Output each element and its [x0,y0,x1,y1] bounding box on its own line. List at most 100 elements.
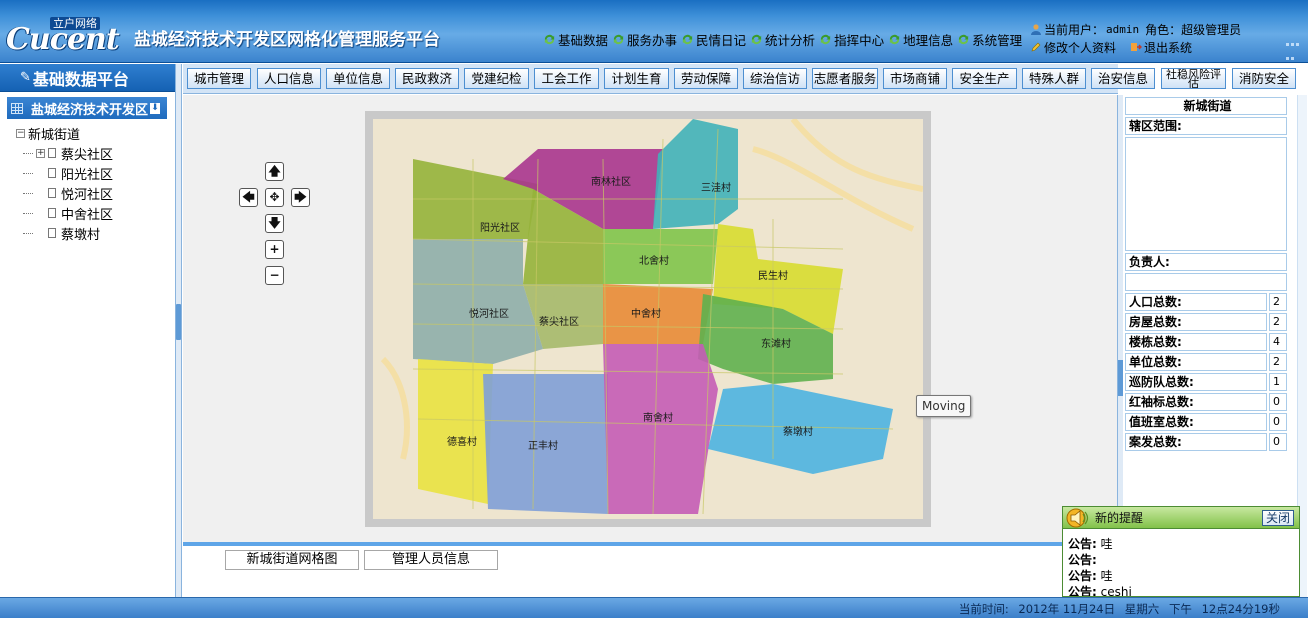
top-nav-command[interactable]: 指挥中心 [819,31,884,48]
top-nav-label: 系统管理 [972,32,1023,48]
arrow-down-icon[interactable]: ⬇ [150,102,161,114]
refresh-icon [889,34,900,44]
speaker-icon [1066,508,1089,527]
tab-safety[interactable]: 安全生产 [952,68,1017,89]
map-label: 南舍村 [643,411,673,424]
map-label: 悦河社区 [469,307,509,320]
zone-label: 盐城经济技术开发区 [31,102,149,118]
tab-union[interactable]: 工会工作 [534,68,599,89]
tree-node-label: 蔡墩村 [61,227,101,243]
tab-fire-safety[interactable]: 消防安全 [1232,68,1296,89]
zoom-in-button[interactable]: + [265,240,284,259]
leader-value [1125,273,1287,291]
map-label: 北舍村 [639,254,669,267]
notice-item[interactable]: 公告: [1068,552,1299,568]
tab-market[interactable]: 市场商铺 [883,68,947,89]
map-label: 民生村 [758,269,788,282]
map-tooltip: Moving [916,395,972,417]
tree-node[interactable]: 悦河社区 [16,183,175,203]
notification-header: 新的提醒 关闭 [1063,507,1299,529]
stat-value: 0 [1269,393,1287,411]
tab-party-discipline[interactable]: 党建纪检 [464,68,529,89]
pan-center-button[interactable]: ✥ [265,188,284,207]
tab-risk-assessment[interactable]: 社稳风险评估 [1161,68,1226,89]
pan-left-button[interactable]: 🡄 [239,188,258,207]
top-nav: 基础数据 服务办事 民情日记 统计分析 指挥中心 地理信息 系统管理 [543,31,1026,48]
tab-family-planning[interactable]: 计划生育 [604,68,669,89]
top-nav-basic-data[interactable]: 基础数据 [543,31,609,48]
module-tabs: 城市管理 人口信息 单位信息 民政救济 党建纪检 工会工作 计划生育 劳动保障 … [183,64,1118,94]
logout-link[interactable]: 退出系统 [1144,39,1192,56]
stat-label: 单位总数: [1125,353,1267,371]
top-nav-geo[interactable]: 地理信息 [888,31,953,48]
tab-petition[interactable]: 综治信访 [743,68,807,89]
notification-popup: 新的提醒 关闭 公告: 哇 公告: 公告: 哇 公告: ceshi [1062,506,1300,597]
expand-icon[interactable]: + [36,148,45,158]
document-icon [48,188,56,198]
top-nav-diary[interactable]: 民情日记 [681,31,747,48]
tab-civil-relief[interactable]: 民政救济 [395,68,459,89]
stat-label: 红袖标总数: [1125,393,1267,411]
tab-special-groups[interactable]: 特殊人群 [1022,68,1086,89]
map-label: 三洼村 [701,181,731,194]
tab-volunteer[interactable]: 志愿者服务 [812,68,878,89]
current-time: 当前时间: 2012年 11月24日 星期六 下午 12点24分19秒 [958,602,1280,616]
tab-organization[interactable]: 单位信息 [326,68,390,89]
tab-labor[interactable]: 劳动保障 [674,68,738,89]
top-nav-label: 民情日记 [696,32,747,48]
tree-node[interactable]: + 蔡尖社区 [16,143,175,163]
tab-population[interactable]: 人口信息 [257,68,321,89]
tree-node-label: 悦河社区 [61,187,114,203]
close-button[interactable]: 关闭 [1261,510,1294,526]
stat-value: 4 [1269,333,1287,351]
tree-node-label: 蔡尖社区 [61,147,114,163]
collapse-icon[interactable]: − [16,128,25,138]
pan-down-button[interactable]: 🡇 [265,214,284,233]
stat-label: 巡防队总数: [1125,373,1267,391]
map-label: 蔡尖社区 [539,315,579,328]
edit-profile-link[interactable]: 修改个人资料 [1044,39,1116,56]
zone-selector[interactable]: 盐城经济技术开发区 ⬇ [7,97,167,119]
document-icon [48,148,56,158]
notice-item[interactable]: 公告: 哇 [1068,536,1299,552]
map-label: 东滩村 [761,337,791,350]
refresh-icon [751,34,762,44]
pan-up-button[interactable]: 🡅 [265,162,284,181]
top-nav-label: 统计分析 [765,32,816,48]
map-label: 南林社区 [591,175,631,188]
document-icon [48,208,56,218]
tab-public-security-full[interactable]: 治安信息 [1091,68,1155,89]
tab-manager-info[interactable]: 管理人员信息 [364,550,498,570]
tree-node[interactable]: 中舍社区 [16,203,175,223]
top-nav-service[interactable]: 服务办事 [612,31,677,48]
sidebar-title: ✎ 基础数据平台 [0,64,175,92]
stat-label: 房屋总数: [1125,313,1267,331]
app-window: 立户网络 Cucent 盐城经济技术开发区网格化管理服务平台 基础数据 服务办事… [0,0,1308,618]
map-region-dexi[interactable] [418,359,493,504]
area-value [1125,137,1287,251]
grid-map[interactable]: 南林社区 三洼村 阳光社区 北舍村 民生村 悦河社区 蔡尖社区 中舍村 东滩村 … [373,119,923,519]
tree-node[interactable]: 蔡墩村 [16,223,175,243]
zoom-out-button[interactable]: − [265,266,284,285]
tree-root[interactable]: − 新城街道 [16,123,175,143]
pan-right-button[interactable]: 🡆 [291,188,310,207]
notice-item[interactable]: 公告: 哇 [1068,568,1299,584]
left-splitter[interactable] [176,64,182,597]
status-weekday: 星期六 [1124,602,1160,616]
map-frame: 南林社区 三洼村 阳光社区 北舍村 民生村 悦河社区 蔡尖社区 中舍村 东滩村 … [365,111,931,527]
tab-city-management[interactable]: 城市管理 [187,68,251,89]
logo: 立户网络 Cucent [4,17,132,57]
area-label: 辖区范围: [1125,117,1287,135]
map-region-nanshe[interactable] [603,344,718,514]
top-nav-statistics[interactable]: 统计分析 [750,31,816,48]
top-nav-label: 基础数据 [558,32,609,48]
splitter-handle[interactable] [176,304,181,340]
notice-item[interactable]: 公告: ceshi [1068,584,1299,596]
bottom-panel: 新城街道网格图 管理人员信息 [183,546,1117,597]
leader-label: 负责人: [1125,253,1287,271]
tree-node[interactable]: 阳光社区 [16,163,175,183]
map-panel: 🡅 🡄 ✥ 🡆 🡇 + − 南林社区 三洼村 阳光社区 北舍村 民生村 悦河社区… [183,95,1117,542]
tab-grid-map[interactable]: 新城街道网格图 [225,550,359,570]
header: 立户网络 Cucent 盐城经济技术开发区网格化管理服务平台 基础数据 服务办事… [0,0,1308,74]
top-nav-system[interactable]: 系统管理 [957,31,1023,48]
